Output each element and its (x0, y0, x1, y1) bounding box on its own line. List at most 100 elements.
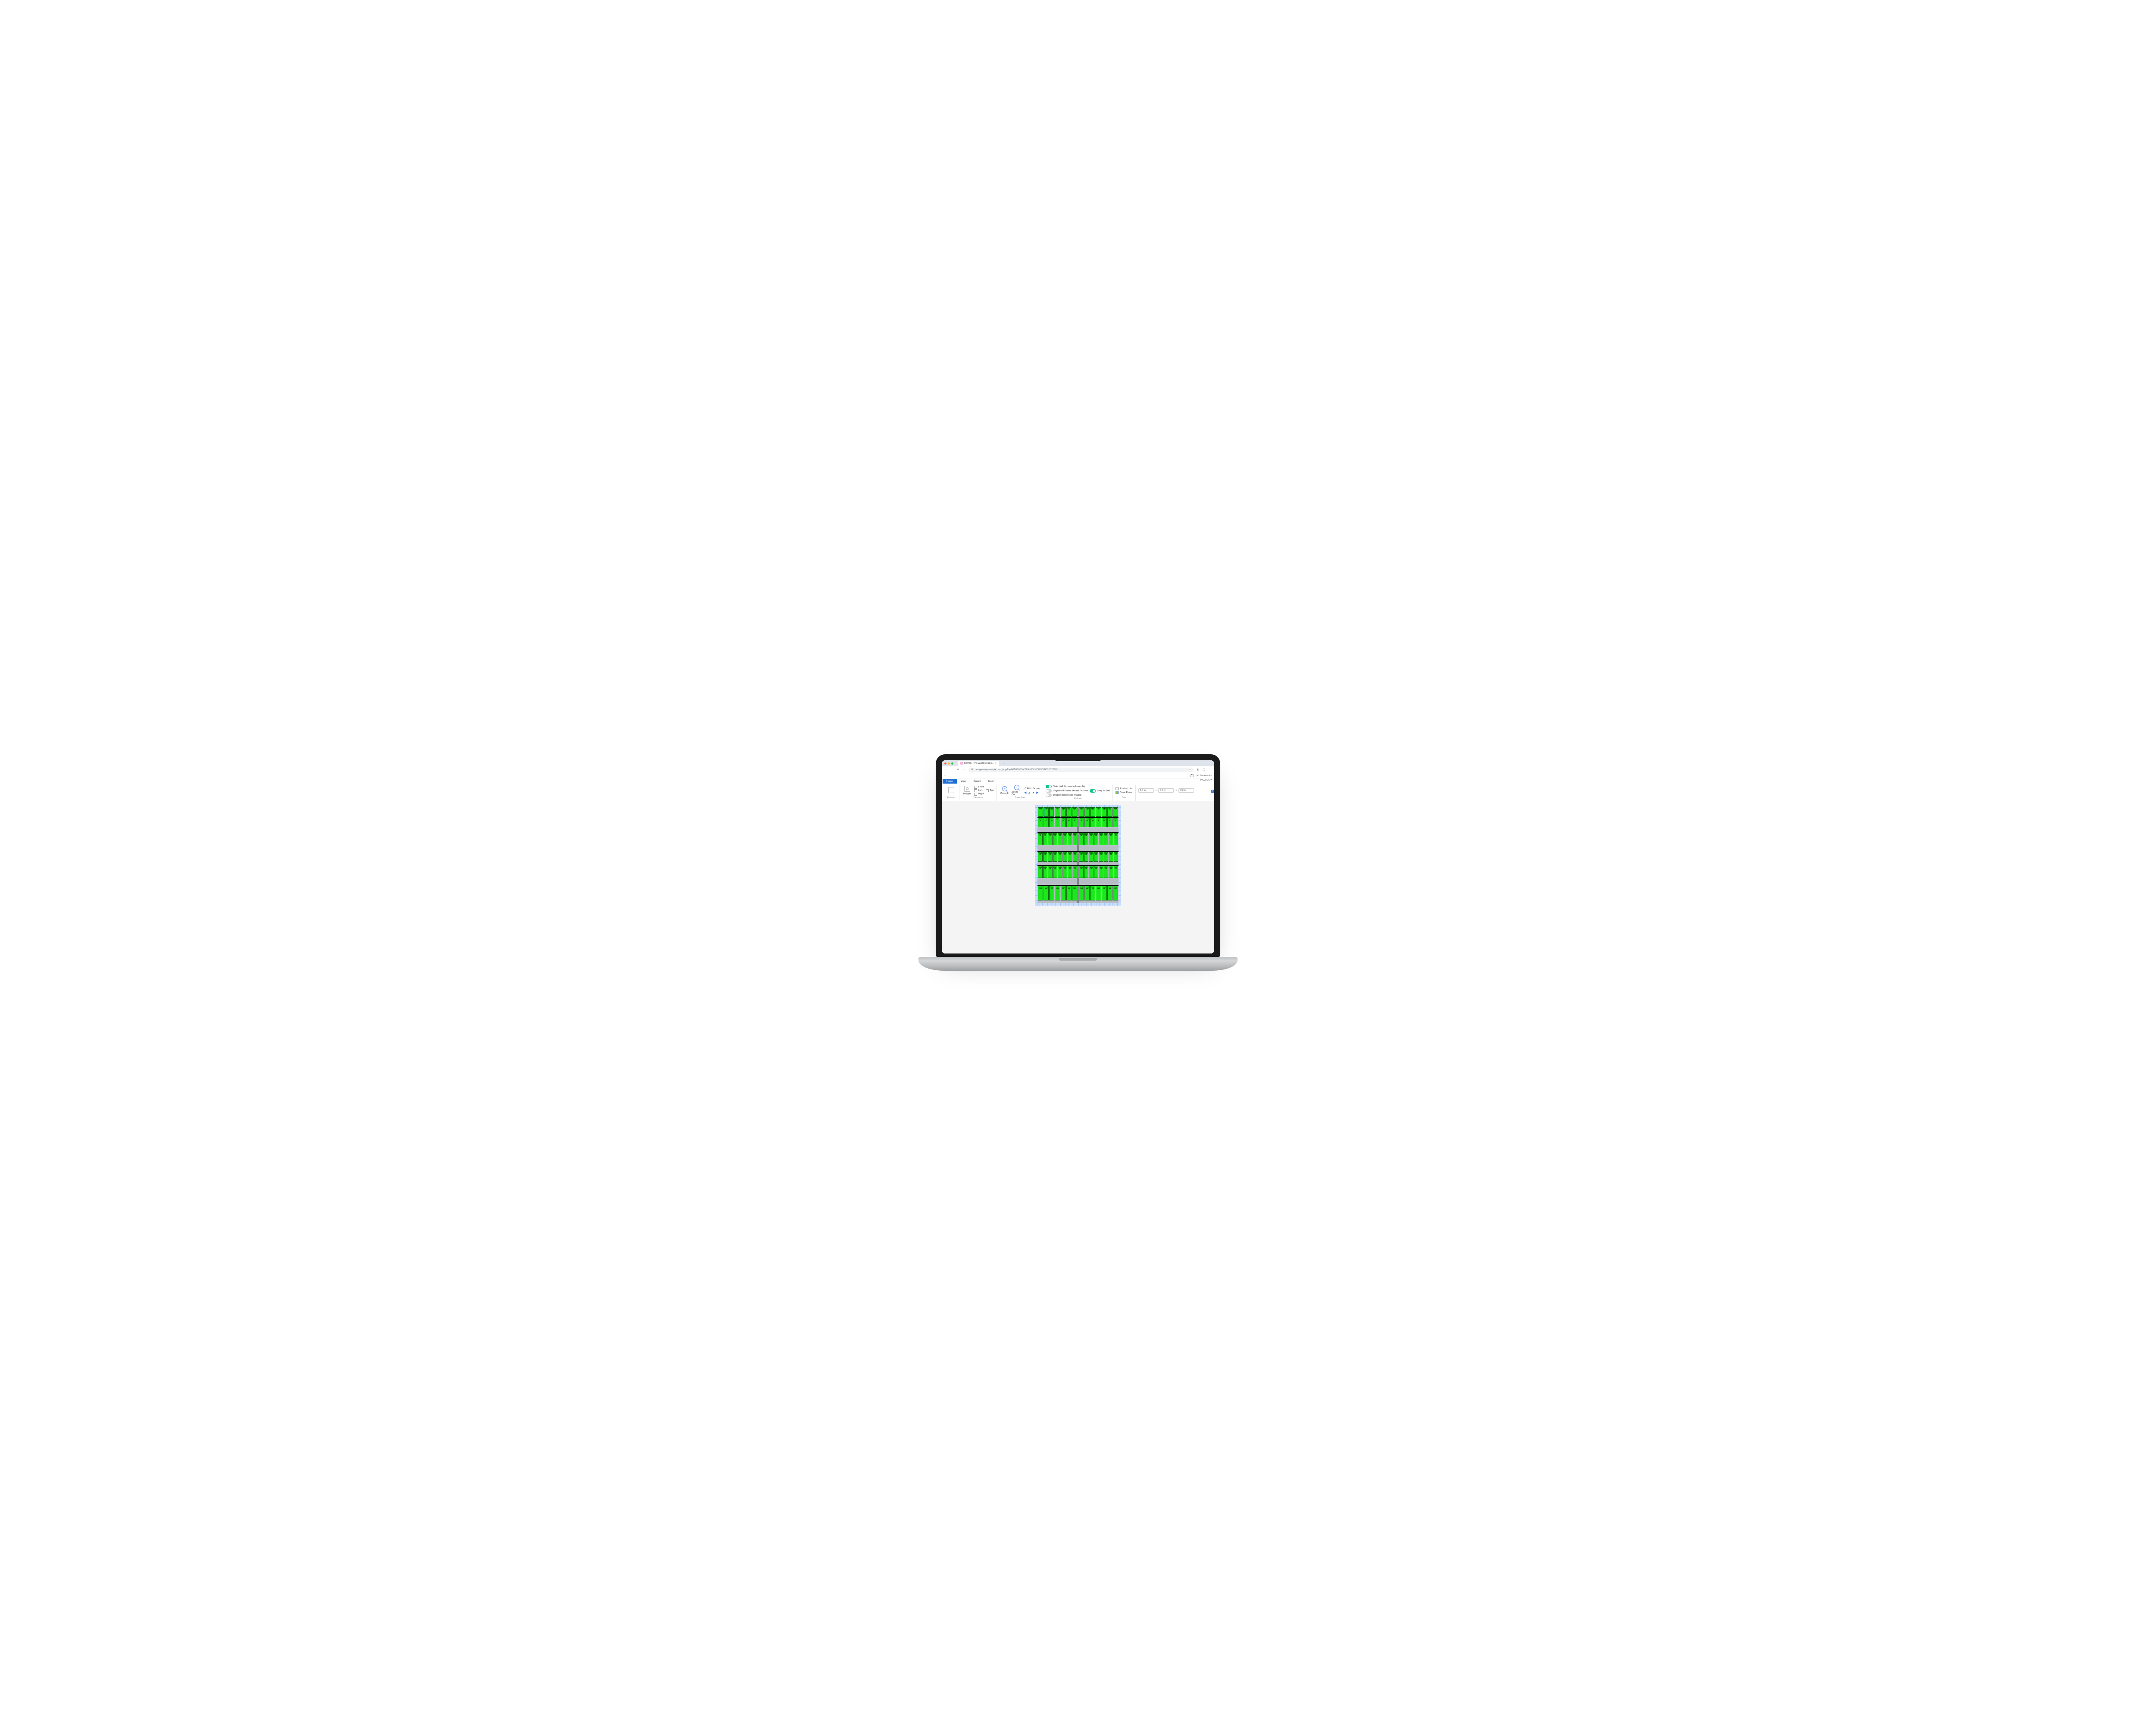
product-facing[interactable]: 7388 19 (1079, 852, 1084, 862)
product-facing[interactable]: 5284 13 (1038, 866, 1043, 878)
product-facing[interactable]: 5284 13 (1114, 866, 1119, 878)
product-facing[interactable]: 5284 13 (1089, 866, 1094, 878)
close-window-icon[interactable] (944, 762, 946, 765)
fullscreen-window-icon[interactable] (951, 762, 953, 765)
tab-view[interactable]: View (957, 779, 970, 784)
product-list-button[interactable]: Product List (1116, 787, 1133, 790)
product-facing[interactable]: 1340 238 (1096, 886, 1101, 900)
product-facing[interactable]: 0098 18 (1073, 833, 1078, 845)
browser-menu-icon[interactable]: ⋮ (1208, 768, 1212, 771)
product-facing[interactable]: 0098 18 (1058, 833, 1062, 845)
product-facing[interactable]: 7388 14 (1038, 852, 1043, 862)
product-facing[interactable]: 1584 30 (1061, 807, 1066, 817)
product-facing[interactable]: 7388 19 (1063, 852, 1068, 862)
planogram-shelf[interactable]: 1584 301584 301584 301584 301584 301584 … (1078, 807, 1119, 817)
orientation-top-button[interactable]: Top (986, 789, 994, 792)
zoom-in-button[interactable]: Zoom In (1000, 786, 1010, 795)
product-facing[interactable]: 5284 13 (1079, 866, 1084, 878)
product-facing[interactable]: 1340 238 (1066, 886, 1072, 900)
orientation-left-button[interactable]: Left (974, 789, 984, 792)
product-facing[interactable]: 4896 97 (1044, 818, 1049, 827)
fit-to-screen-button[interactable]: ⤢ Fit to Screen (1024, 787, 1040, 790)
planogram-shelf[interactable]: 1340 2381340 2381340 2381340 2381340 238… (1037, 886, 1078, 903)
product-facing[interactable]: 7388 14 (1099, 852, 1103, 862)
product-facing[interactable]: 1340 238 (1055, 886, 1060, 900)
planogram-shelf[interactable]: 4896 974896 974091 374091 171584 411584 … (1037, 818, 1078, 832)
images-button[interactable]: Images (962, 786, 972, 795)
product-facing[interactable]: 1584 30 (1066, 818, 1072, 827)
product-facing[interactable]: 4091 17 (1055, 818, 1060, 827)
planogram[interactable]: 4896 974091 374091 171584 411584 301584 … (1035, 805, 1121, 906)
product-facing[interactable]: 1584 30 (1084, 807, 1090, 817)
product-facing[interactable]: 1584 30 (1079, 807, 1084, 817)
product-facing[interactable]: 1584 30 (1107, 807, 1112, 817)
product-facing[interactable]: 4091 37 (1044, 807, 1049, 817)
product-facing[interactable]: 7388 19 (1058, 852, 1062, 862)
product-facing[interactable]: 4091 17 (1049, 807, 1054, 817)
product-facing[interactable]: 5284 13 (1099, 866, 1103, 878)
dim-field-1[interactable]: 0.0 in (1138, 788, 1154, 793)
pan-right-icon[interactable]: ▶ (1036, 791, 1039, 794)
product-facing[interactable]: 5284 13 (1094, 866, 1099, 878)
product-facing[interactable]: 0098 18 (1084, 833, 1089, 845)
product-facing[interactable]: 5284 13 (1043, 866, 1048, 878)
product-facing[interactable]: 24 70 (1114, 833, 1119, 845)
planogram-shelf[interactable]: 1340 2381340 2381340 2381340 2381340 238… (1078, 886, 1119, 903)
brand-logo[interactable]: PIC2POG (1200, 779, 1212, 781)
product-facing[interactable]: 0098 21 (1053, 833, 1058, 845)
planogram-shelf[interactable]: 7388 147388 147388 147388 197388 197388 … (1037, 852, 1078, 865)
browser-tab[interactable]: EZPOG - The World's Easie... × (958, 761, 999, 766)
pan-down-icon[interactable]: ▼ (1031, 791, 1035, 794)
product-facing[interactable]: 0098 21 (1104, 833, 1109, 845)
product-facing[interactable]: 7388 14 (1104, 852, 1109, 862)
product-facing[interactable]: 1584 30 (1096, 818, 1101, 827)
product-facing[interactable]: 4896 97 (1107, 818, 1112, 827)
product-facing[interactable]: 0098 18 (1079, 833, 1084, 845)
product-facing[interactable]: 1584 41 (1061, 818, 1066, 827)
product-facing[interactable]: 4896 97 (1038, 818, 1043, 827)
planogram-shelf[interactable]: 4896 974091 374091 171584 411584 301584 … (1037, 807, 1078, 817)
product-facing[interactable]: 1340 238 (1090, 886, 1095, 900)
product-facing[interactable]: 4896 97 (1038, 807, 1043, 817)
product-facing[interactable]: 1340 238 (1061, 886, 1066, 900)
tab-insert[interactable]: Insert (984, 779, 998, 784)
planogram-shelf[interactable]: 1584 301584 301584 301584 304896 974896 … (1078, 818, 1119, 832)
product-facing[interactable]: 5284 13 (1048, 866, 1053, 878)
product-facing[interactable]: 7388 19 (1053, 852, 1058, 862)
toggle-borders[interactable] (1046, 794, 1052, 797)
product-facing[interactable]: 4896 97 (1113, 818, 1118, 827)
toggle-select-all[interactable] (1046, 785, 1052, 788)
extensions-icon[interactable]: ◧ (1196, 768, 1200, 771)
product-facing[interactable]: 5284 13 (1053, 866, 1058, 878)
product-facing[interactable]: 1584 30 (1102, 807, 1107, 817)
product-facing[interactable]: 7388 19 (1084, 852, 1089, 862)
planogram-shelf[interactable]: 24 7024 700098 210098 210098 180098 1800… (1037, 833, 1078, 851)
window-controls[interactable] (944, 762, 953, 765)
product-facing[interactable]: 1340 238 (1102, 886, 1107, 900)
dim-field-2[interactable]: 0.0 in (1158, 788, 1174, 793)
product-facing[interactable]: 1584 30 (1079, 818, 1084, 827)
dim-field-3[interactable]: 0.0 in (1178, 788, 1194, 793)
product-facing[interactable]: 1340 238 (1038, 886, 1043, 900)
nav-reload-icon[interactable]: ⟳ (956, 768, 960, 771)
product-facing[interactable]: 1340 238 (1072, 886, 1077, 900)
bookmark-star-icon[interactable]: ☆ (1189, 768, 1191, 771)
product-facing[interactable]: 5284 13 (1058, 866, 1062, 878)
product-facing[interactable]: 0098 18 (1099, 833, 1103, 845)
all-bookmarks-button[interactable]: All Bookmarks (1197, 775, 1212, 777)
pan-left-icon[interactable]: ◀ (1024, 791, 1027, 794)
product-facing[interactable]: 0098 18 (1094, 833, 1099, 845)
orientation-front-button[interactable]: Front (974, 786, 984, 789)
product-facing[interactable]: 1340 238 (1044, 886, 1049, 900)
product-facing[interactable]: 1584 30 (1066, 807, 1072, 817)
product-facing[interactable]: 1584 30 (1090, 807, 1095, 817)
close-tab-icon[interactable]: × (995, 762, 997, 765)
product-facing[interactable]: 0098 21 (1109, 833, 1113, 845)
product-facing[interactable]: 1584 30 (1072, 818, 1077, 827)
product-facing[interactable]: 1584 30 (1096, 807, 1101, 817)
minimize-window-icon[interactable] (948, 762, 950, 765)
product-facing[interactable]: 5284 13 (1109, 866, 1113, 878)
product-facing[interactable]: 1340 238 (1113, 886, 1118, 900)
product-facing[interactable]: 5284 13 (1073, 866, 1078, 878)
help-icon[interactable]: ? (1211, 790, 1214, 793)
